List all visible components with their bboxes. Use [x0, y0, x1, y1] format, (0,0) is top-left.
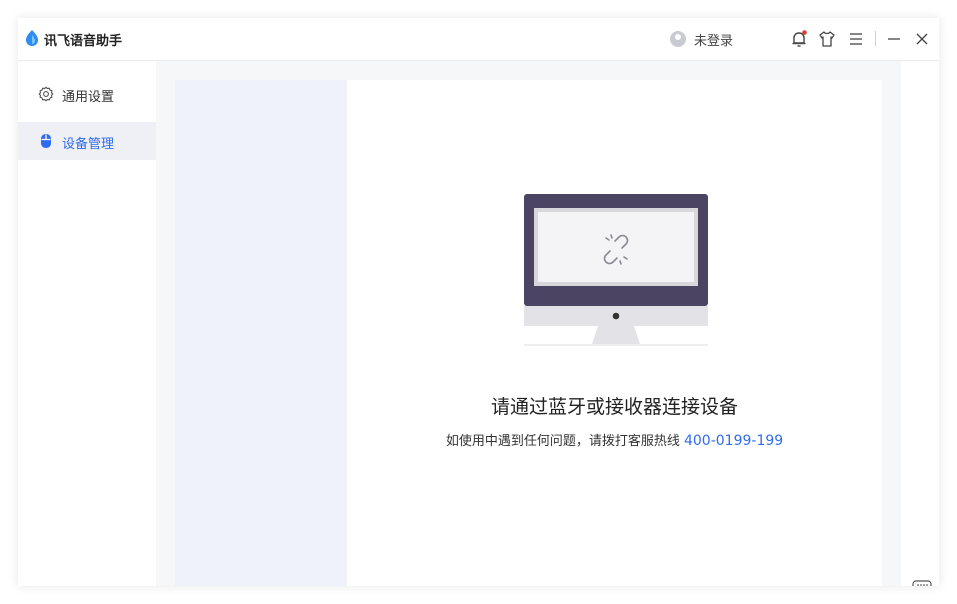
gear-icon: [38, 86, 54, 102]
keyboard-icon[interactable]: [911, 578, 933, 586]
notification-dot: [802, 30, 807, 35]
support-hint-text: 如使用中遇到任何问题，请拨打客服热线: [445, 434, 680, 449]
close-icon[interactable]: [912, 29, 932, 49]
shirt-icon[interactable]: [817, 29, 837, 49]
device-list-panel: [175, 80, 347, 586]
titlebar-separator: [875, 31, 876, 46]
support-hint: 如使用中遇到任何问题，请拨打客服热线 400-0199-199: [347, 430, 882, 449]
menu-icon[interactable]: [846, 29, 866, 49]
login-status-label: 未登录: [694, 33, 734, 49]
sidebar: 通用设置 设备管理: [18, 61, 156, 586]
sidebar-item-device-management[interactable]: 设备管理: [18, 122, 156, 160]
bell-icon[interactable]: [789, 29, 809, 49]
sidebar-item-general-settings[interactable]: 通用设置: [18, 75, 156, 113]
login-button[interactable]: 未登录: [670, 29, 733, 49]
app-title: 讯飞语音助手: [44, 34, 123, 49]
right-strip: [901, 61, 939, 586]
user-avatar-icon: [670, 31, 686, 47]
app-window: 讯飞语音助手 未登录 通用设置 设备管理 请通过蓝牙或接收器连接设备 如使用中遇…: [18, 18, 939, 586]
title-bar: 讯飞语音助手 未登录: [18, 18, 939, 61]
monitor-illustration: [524, 194, 708, 346]
sidebar-item-label: 通用设置: [62, 90, 115, 105]
connect-device-message: 请通过蓝牙或接收器连接设备: [490, 396, 738, 418]
mouse-icon: [41, 134, 51, 148]
hotline-number[interactable]: 400-0199-199: [684, 433, 783, 449]
app-logo-icon: [26, 30, 38, 46]
sidebar-item-label: 设备管理: [62, 137, 115, 152]
minimize-icon[interactable]: [884, 29, 904, 49]
